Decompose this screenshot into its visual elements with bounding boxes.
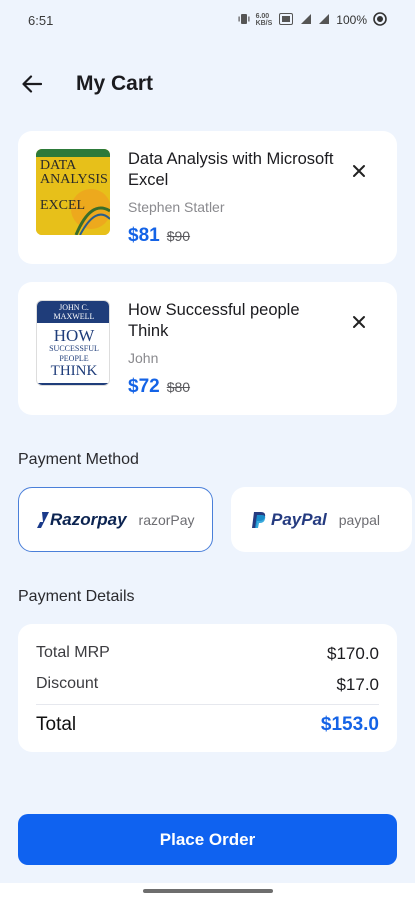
cover-text: JOHN C. [59, 303, 89, 312]
vibrate-icon [238, 13, 250, 28]
back-button[interactable] [18, 70, 46, 98]
discount-value: $17.0 [336, 675, 379, 694]
paypal-logo-text: PayPal [271, 509, 327, 529]
place-order-button[interactable]: Place Order [18, 814, 397, 865]
discount-row: Discount $17.0 [36, 675, 379, 695]
page-title: My Cart [76, 72, 154, 95]
cover-text: DATA [40, 158, 77, 173]
book-cover-image: DATA ANALYSIS EXCEL [36, 149, 110, 235]
cart-item[interactable]: DATA ANALYSIS EXCEL Data Analysis with M… [18, 131, 397, 264]
total-mrp-value: $170.0 [327, 644, 379, 663]
wifi-signal-icon [300, 13, 312, 28]
paypal-icon [252, 511, 266, 528]
close-icon [353, 316, 365, 328]
payment-option-name: razorPay [138, 511, 195, 528]
payment-option-razorpay[interactable]: Razorpay razorPay [18, 487, 213, 552]
status-icons: 6.00 KB/S 100% [238, 11, 387, 29]
total-mrp-label: Total MRP [36, 644, 110, 661]
network-speed: 6.00 KB/S [256, 13, 273, 27]
razorpay-icon [37, 511, 49, 528]
razorpay-logo-text: Razorpay [50, 509, 127, 529]
arrow-left-icon [22, 75, 42, 93]
item-price: $72 [128, 376, 160, 397]
nfc-icon [278, 12, 294, 28]
paypal-logo: PayPal [251, 510, 327, 530]
remove-item-button[interactable] [349, 312, 369, 332]
price-row: $81 $90 [128, 225, 190, 247]
book-cover-image: JOHN C. MAXWELL HOW SUCCESSFUL PEOPLE TH… [36, 300, 110, 386]
close-icon [353, 165, 365, 177]
total-label: Total [36, 714, 77, 735]
payment-method-title: Payment Method [18, 451, 139, 468]
payment-details-title: Payment Details [18, 588, 135, 605]
discount-label: Discount [36, 675, 99, 692]
cover-text: THINK [50, 363, 98, 379]
battery-icon [373, 11, 387, 29]
total-row: Total $153.0 [36, 714, 379, 736]
item-price: $81 [128, 225, 160, 246]
cell-signal-icon [318, 13, 330, 28]
cover-text: HOW [53, 326, 95, 345]
app-bar: My Cart [0, 62, 415, 106]
cover-text: ANALYSIS [40, 172, 108, 187]
remove-item-button[interactable] [349, 161, 369, 181]
item-title: How Successful people Think [128, 301, 300, 340]
razorpay-logo: Razorpay [37, 510, 127, 530]
total-value: $153.0 [320, 714, 379, 735]
item-author: John [128, 350, 159, 366]
item-old-price: $90 [166, 228, 191, 244]
network-speed-unit: KB/S [255, 20, 273, 27]
cover-text: MAXWELL [53, 312, 95, 321]
cart-item[interactable]: JOHN C. MAXWELL HOW SUCCESSFUL PEOPLE TH… [18, 282, 397, 415]
price-row: $72 $80 [128, 376, 190, 398]
payment-option-paypal[interactable]: PayPal paypal [231, 487, 412, 552]
cover-text: SUCCESSFUL [49, 344, 99, 353]
cover-text: EXCEL [40, 198, 86, 213]
home-indicator[interactable] [143, 889, 273, 893]
battery-text: 100% [336, 13, 367, 27]
status-bar: 6:51 6.00 KB/S 100% [0, 0, 415, 40]
item-author: Stephen Statler [128, 199, 225, 215]
network-speed-value: 6.00 [255, 13, 270, 20]
item-title: Data Analysis with Microsoft Excel [128, 150, 334, 189]
status-time: 6:51 [28, 12, 54, 28]
payment-option-name: paypal [338, 511, 381, 528]
payment-details-card: Total MRP $170.0 Discount $17.0 Total $1… [18, 624, 397, 752]
divider [36, 704, 379, 705]
item-old-price: $80 [166, 379, 191, 395]
total-mrp-row: Total MRP $170.0 [36, 644, 379, 664]
